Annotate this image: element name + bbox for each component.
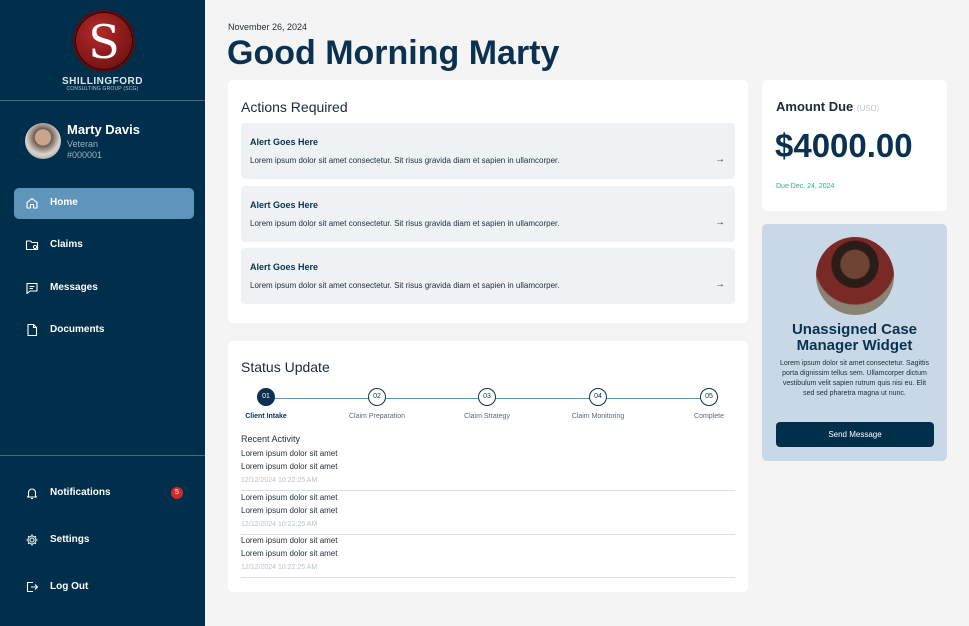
activity-text: Lorem ipsum dolor sit amet [241,549,338,558]
alert-body: Lorem ipsum dolor sit amet consectetur. … [250,281,560,290]
amount-due-card: Amount Due (USD) $4000.00 Due Dec. 24, 2… [762,80,947,211]
step-indicator: 04 [589,388,607,406]
activity-text: Lorem ipsum dolor sit amet [241,536,338,545]
case-manager-title: Unassigned Case Manager Widget [762,322,947,354]
activity-text: Lorem ipsum dolor sit amet [241,506,338,515]
sidebar: S SHILLINGFORD CONSULTING GROUP (SCG) Ma… [0,0,205,626]
user-profile[interactable]: Marty Davis Veteran #000001 [25,122,195,162]
document-icon [25,323,39,337]
chat-icon [25,281,39,295]
amount-unit: (USD) [856,104,880,113]
arrow-right-icon[interactable]: → [715,279,725,290]
step-label: Claim Monitoring [571,413,625,420]
case-manager-title-line: Unassigned Case [791,321,918,338]
alert-item[interactable]: Alert Goes Here Lorem ipsum dolor sit am… [241,123,735,179]
step-label: Claim Preparation [348,413,406,420]
profile-id: #000001 [67,150,103,160]
recent-activity-title: Recent Activity [241,434,301,444]
activity-text: Lorem ipsum dolor sit amet [241,493,338,502]
activity-timestamp: 12/12/2024 10:22:25 AM [241,564,318,571]
sidebar-item-notifications[interactable]: Notifications 5 [14,478,194,509]
arrow-right-icon[interactable]: → [715,154,725,165]
alert-item[interactable]: Alert Goes Here Lorem ipsum dolor sit am… [241,248,735,304]
sidebar-item-messages[interactable]: Messages [14,273,194,304]
avatar [25,123,61,159]
sidebar-item-label: Notifications [50,487,111,498]
status-update-card: Status Update 01 02 03 04 05 Client Inta… [228,341,748,592]
sidebar-item-label: Messages [50,282,98,293]
step-indicator: 05 [700,388,718,406]
case-manager-widget: Unassigned Case Manager Widget Lorem ips… [762,224,947,461]
sidebar-item-documents[interactable]: Documents [14,315,194,346]
current-date: November 26, 2024 [228,22,308,32]
step-indicator: 01 [257,388,275,406]
sidebar-item-home[interactable]: Home [14,188,194,219]
sidebar-item-label: Documents [50,324,105,335]
sidebar-item-logout[interactable]: Log Out [14,572,194,603]
brand-logo[interactable]: S SHILLINGFORD CONSULTING GROUP (SCG) [0,0,205,100]
page-title: Good Morning Marty [227,34,560,72]
alert-title: Alert Goes Here [250,262,319,272]
sidebar-item-label: Claims [50,239,83,250]
send-message-button[interactable]: Send Message [776,422,934,447]
activity-item: Lorem ipsum dolor sit amet Lorem ipsum d… [241,447,735,491]
home-icon [25,196,39,210]
notification-badge: 5 [171,487,183,499]
alert-title: Alert Goes Here [250,200,319,210]
logo-letter: S [88,15,120,69]
logo-emblem: S [73,10,135,72]
amount-title-text: Amount Due [776,99,854,114]
activity-timestamp: 12/12/2024 10:22:25 AM [241,521,318,528]
alert-body: Lorem ipsum dolor sit amet consectetur. … [250,156,560,165]
due-date: Due Dec. 24, 2024 [776,183,835,190]
step-indicator: 02 [368,388,386,406]
gear-icon [25,533,39,547]
sidebar-divider [0,100,205,101]
case-manager-description: Lorem ipsum dolor sit amet consectetur. … [780,360,930,397]
amount-value: $4000.00 [775,127,913,164]
step-label: Claim Strategy [464,413,510,420]
sidebar-item-label: Log Out [50,581,89,592]
card-title: Actions Required [241,99,348,115]
profile-name: Marty Davis [67,122,140,137]
case-manager-photo [816,237,894,315]
sidebar-divider [0,455,205,456]
amount-title: Amount Due (USD) [776,99,879,114]
brand-subtitle: CONSULTING GROUP (SCG) [66,86,139,92]
alert-item[interactable]: Alert Goes Here Lorem ipsum dolor sit am… [241,186,735,242]
sidebar-item-claims[interactable]: Claims [14,230,194,261]
activity-item: Lorem ipsum dolor sit amet Lorem ipsum d… [241,534,735,578]
sidebar-item-label: Settings [50,534,90,545]
bell-icon [25,486,39,500]
alert-title: Alert Goes Here [250,137,319,147]
activity-text: Lorem ipsum dolor sit amet [241,449,338,458]
activity-item: Lorem ipsum dolor sit amet Lorem ipsum d… [241,491,735,535]
logout-icon [25,580,39,594]
actions-required-card: Actions Required Alert Goes Here Lorem i… [228,80,748,323]
arrow-right-icon[interactable]: → [715,217,725,228]
step-label: Client Intake [245,413,287,420]
card-title: Status Update [241,359,330,375]
step-indicator: 03 [478,388,496,406]
profile-role: Veteran [67,139,99,149]
alert-body: Lorem ipsum dolor sit amet consectetur. … [250,219,560,228]
sidebar-item-settings[interactable]: Settings [14,525,194,556]
step-label: Complete [694,413,724,420]
sidebar-item-label: Home [50,197,78,208]
activity-timestamp: 12/12/2024 10:22:25 AM [241,477,318,484]
folder-icon [25,238,39,252]
activity-text: Lorem ipsum dolor sit amet [241,462,338,471]
case-manager-title-line: Manager Widget [796,337,913,354]
